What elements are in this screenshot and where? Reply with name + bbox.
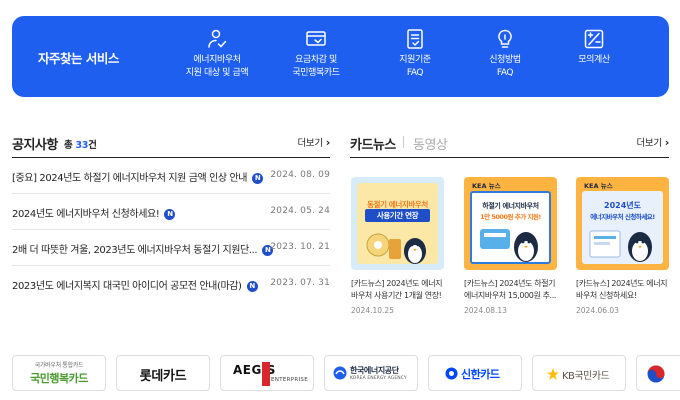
partner-caption: 국가바우처 통합카드: [34, 362, 84, 369]
news-card-title-line1: [카드뉴스] 2024년도 하절기: [464, 279, 556, 288]
news-card-title-line1: [카드뉴스] 2024년도 에너지: [576, 279, 668, 288]
new-badge: N: [246, 281, 258, 292]
new-badge: N: [252, 173, 264, 184]
notice-title: 공지사항: [12, 138, 58, 153]
thumb-heading: 하절기 에너지바우처: [482, 202, 539, 210]
news-card-thumbnail: KEA 뉴스 2024년도 에너지바우처 신청하세요!: [576, 177, 669, 270]
kb-star-icon: [547, 368, 559, 380]
kea-emblem-icon: [333, 366, 347, 380]
card-news-header: 카드뉴스 동영상 더보기 ›: [350, 130, 669, 158]
thumb-sub: 사용기간 연장: [365, 209, 430, 222]
partner-aegis[interactable]: AEGIS ENTERPRISE: [220, 355, 314, 391]
service-label-line1: 모의계산: [578, 55, 610, 65]
notice-row-title: 2배 더 따뜻한 겨울, 2023년도 에너지바우처 동절기 지원단...: [12, 245, 258, 256]
notice-row[interactable]: 2023년도 에너지복지 대국민 아이디어 공모전 안내(마감) N 2023. …: [12, 266, 330, 302]
news-card-title-line2: 에너지바우처 15,000원 추...: [464, 291, 556, 300]
notice-section: 공지사항 총 33건 더보기 › [중요] 2024년도 하절기 에너지바우처 지…: [12, 130, 330, 302]
partner-name: 롯데카드: [139, 369, 187, 384]
service-deduction-card[interactable]: 요금차감 및 국민행복카드: [266, 28, 366, 80]
service-label-line1: 에너지바우처: [193, 55, 241, 65]
card-news-more-link[interactable]: 더보기 ›: [636, 135, 669, 149]
service-simulation[interactable]: 모의계산: [544, 28, 644, 67]
partner-happy-card[interactable]: 국가바우처 통합카드 국민행복카드: [12, 355, 106, 391]
partner-name: 국민행복카드: [30, 372, 88, 385]
notice-row[interactable]: 2024년도 에너지바우처 신청하세요! N 2024. 05. 24: [12, 194, 330, 230]
shinhan-emblem-icon: [445, 367, 458, 380]
news-card[interactable]: KEA 뉴스 하절기 에너지바우처 1만 5000원 추가 지원! [카드뉴스]…: [464, 177, 557, 315]
thumb-sub: 에너지바우처 신청하세요!: [590, 213, 655, 221]
news-card-thumbnail: 동절기 에너지바우처 사용기간 연장: [351, 177, 444, 270]
news-card-date: 2024.10.25: [351, 306, 394, 315]
service-label-line1: 요금차감 및: [295, 55, 337, 65]
thumb-heading: 2024년도: [604, 201, 641, 210]
thumb-brand: KEA 뉴스: [584, 182, 613, 190]
notice-row-date: 2024. 05. 24: [270, 206, 330, 216]
partner-kb-card[interactable]: KB국민카드: [532, 355, 626, 391]
penguin-illustration-icon: [589, 230, 652, 262]
person-check-icon: [208, 29, 227, 48]
notice-count: 총 33건: [64, 140, 97, 151]
notice-row-date: 2024. 08. 09: [270, 170, 330, 180]
partner-name: 한국에너지공단: [350, 366, 399, 375]
service-apply-faq[interactable]: 신청방법 FAQ: [455, 28, 555, 80]
notice-row-title: 2023년도 에너지복지 대국민 아이디어 공모전 안내(마감): [12, 281, 242, 292]
notice-row[interactable]: [중요] 2024년도 하절기 에너지바우처 지원 금액 인상 안내 N 2024…: [12, 158, 330, 194]
news-card[interactable]: 동절기 에너지바우처 사용기간 연장 [카드뉴스] 2024년도 에너지바우처 …: [351, 177, 444, 315]
partner-kea[interactable]: 한국에너지공단 KOREA ENERGY AGENCY: [324, 355, 418, 391]
partner-name: KB국민카드: [562, 371, 610, 382]
service-label-line2: FAQ: [406, 68, 424, 78]
card-icon: [306, 31, 326, 46]
notice-row-title: [중요] 2024년도 하절기 에너지바우처 지원 금액 인상 안내: [12, 173, 248, 184]
services-title: 자주찾는 서비스: [38, 51, 119, 66]
tab-card-news[interactable]: 카드뉴스: [350, 134, 396, 153]
service-label-line1: 신청방법: [489, 55, 521, 65]
partner-logos: 국가바우처 통합카드 국민행복카드 롯데카드 AEGIS ENTERPRISE …: [0, 352, 680, 392]
news-card-date: 2024.06.03: [576, 306, 619, 315]
partner-government-emblem[interactable]: [636, 355, 680, 391]
aegis-mark-icon: [262, 362, 270, 386]
lightbulb-icon: [498, 29, 512, 48]
tab-video[interactable]: 동영상: [413, 134, 448, 153]
partner-sub: ENTERPRISE: [271, 377, 308, 383]
document-check-icon: [407, 29, 423, 49]
news-card[interactable]: KEA 뉴스 2024년도 에너지바우처 신청하세요! [카드뉴스] 2024년…: [576, 177, 669, 315]
service-label-line2: 지원 대상 및 금액: [185, 68, 249, 78]
tab-divider: [403, 136, 404, 148]
news-card-title-line1: [카드뉴스] 2024년도 에너지: [351, 279, 443, 288]
news-card-title-line2: 바우처 사용기간 1개월 연장!: [351, 291, 442, 300]
service-label-line2: FAQ: [496, 68, 514, 78]
penguin-illustration-icon: [366, 233, 426, 264]
card-news-section: 카드뉴스 동영상 더보기 › 동절기 에너지바우처 사용기간 연장 [카드뉴스] …: [350, 130, 669, 315]
calculator-icon: [584, 29, 604, 49]
partner-sub: KOREA ENERGY AGENCY: [350, 376, 407, 381]
services-banner: 자주찾는 서비스 에너지바우처 지원 대상 및 금액 요금차감 및 국민행복카드…: [12, 16, 669, 97]
notice-more-link[interactable]: 더보기 ›: [297, 135, 330, 149]
news-card-thumbnail: KEA 뉴스 하절기 에너지바우처 1만 5000원 추가 지원!: [464, 177, 557, 270]
chevron-right-icon: ›: [325, 136, 331, 149]
taegeuk-icon: [647, 365, 665, 383]
notice-row-date: 2023. 07. 31: [270, 278, 330, 288]
partner-shinhan-card[interactable]: 신한카드: [428, 355, 522, 391]
partner-lotte-card[interactable]: 롯데카드: [116, 355, 210, 391]
service-label-line1: 지원기준: [399, 55, 431, 65]
notice-row-title: 2024년도 에너지바우처 신청하세요!: [12, 209, 160, 220]
penguin-illustration-icon: [480, 229, 538, 262]
thumb-sub: 1만 5000원 추가 지원!: [480, 213, 541, 221]
notice-row[interactable]: 2배 더 따뜻한 겨울, 2023년도 에너지바우처 동절기 지원단... N 2…: [12, 230, 330, 266]
partner-name: 신한카드: [461, 368, 500, 381]
thumb-brand: KEA 뉴스: [472, 182, 501, 190]
news-card-date: 2024.08.13: [464, 306, 507, 315]
notice-header: 공지사항 총 33건 더보기 ›: [12, 130, 330, 158]
service-criteria-faq[interactable]: 지원기준 FAQ: [365, 28, 465, 80]
news-card-title-line2: 바우처 신청하세요!: [576, 291, 637, 300]
new-badge: N: [164, 209, 176, 220]
chevron-right-icon: ›: [664, 136, 670, 149]
notice-row-date: 2023. 10. 21: [270, 242, 330, 252]
service-label-line2: 국민행복카드: [292, 68, 340, 78]
service-voucher-eligibility[interactable]: 에너지바우처 지원 대상 및 금액: [167, 28, 267, 80]
